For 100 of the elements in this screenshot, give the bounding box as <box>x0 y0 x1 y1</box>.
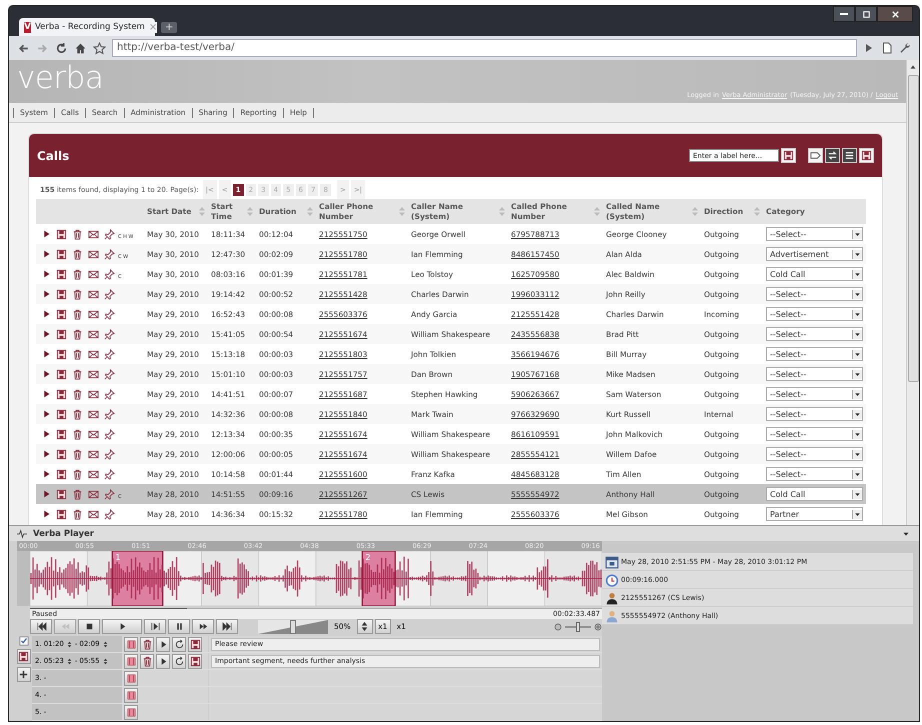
trash-icon[interactable] <box>72 488 83 500</box>
trash-icon[interactable] <box>72 408 83 420</box>
trash-icon[interactable] <box>72 308 83 320</box>
pin-icon[interactable] <box>104 248 115 260</box>
save-icon[interactable] <box>56 308 67 320</box>
save-icon[interactable] <box>56 268 67 280</box>
export-button[interactable] <box>859 148 874 163</box>
spinner-icon[interactable] <box>102 640 109 648</box>
trash-icon[interactable] <box>72 348 83 360</box>
save-icon[interactable] <box>56 508 67 520</box>
highlight-button[interactable] <box>124 654 138 668</box>
scrollbar[interactable] <box>906 60 919 525</box>
save-icon[interactable] <box>56 428 67 440</box>
repeat-button[interactable] <box>172 636 186 652</box>
spinner-icon[interactable] <box>66 656 73 666</box>
trash-icon[interactable] <box>72 508 83 520</box>
delete-segment-button[interactable] <box>140 654 154 668</box>
pause-button[interactable] <box>168 619 190 634</box>
highlight-button[interactable] <box>124 670 138 686</box>
browser-tab[interactable]: V Verba - Recording System × <box>19 18 155 36</box>
wrench-icon[interactable] <box>899 42 911 54</box>
play-button[interactable] <box>102 619 142 634</box>
play-segment-button[interactable] <box>156 654 170 668</box>
refresh-button[interactable] <box>825 148 840 163</box>
pin-icon[interactable] <box>104 228 115 240</box>
maximize-button[interactable] <box>855 6 877 22</box>
skip-end-button[interactable] <box>216 619 238 634</box>
category-dropdown[interactable]: --Select-- <box>766 287 863 301</box>
mail-icon[interactable] <box>88 428 99 440</box>
pin-icon[interactable] <box>104 408 115 420</box>
trash-icon[interactable] <box>72 448 83 460</box>
skip-start-button[interactable] <box>30 619 52 634</box>
category-dropdown[interactable]: --Select-- <box>766 367 863 381</box>
category-dropdown[interactable]: --Select-- <box>766 407 863 421</box>
category-dropdown[interactable]: Partner <box>766 507 863 521</box>
pin-icon[interactable] <box>104 428 115 440</box>
minimize-button[interactable] <box>833 6 855 22</box>
trash-icon[interactable] <box>72 328 83 340</box>
trash-icon[interactable] <box>72 368 83 380</box>
stop-button[interactable] <box>78 619 100 634</box>
pin-icon[interactable] <box>104 308 115 320</box>
step-button[interactable] <box>144 619 166 634</box>
save-icon[interactable] <box>56 228 67 240</box>
mail-icon[interactable] <box>88 468 99 480</box>
trash-icon[interactable] <box>72 428 83 440</box>
fast-forward-button[interactable] <box>192 619 214 634</box>
zoom-in-icon[interactable] <box>594 622 602 630</box>
trash-icon[interactable] <box>72 228 83 240</box>
category-dropdown[interactable]: --Select-- <box>766 447 863 461</box>
highlight-button[interactable] <box>124 636 138 652</box>
play-segment-button[interactable] <box>156 636 170 652</box>
trash-icon[interactable] <box>72 468 83 480</box>
mail-icon[interactable] <box>88 448 99 460</box>
mail-icon[interactable] <box>88 488 99 500</box>
save-segment-button[interactable] <box>188 654 202 668</box>
highlight-button[interactable] <box>124 688 138 702</box>
save-icon[interactable] <box>56 388 67 400</box>
pin-icon[interactable] <box>104 348 115 360</box>
close-button[interactable] <box>877 6 913 22</box>
save-icon[interactable] <box>56 448 67 460</box>
save-segment-button[interactable] <box>188 636 202 652</box>
save-icon[interactable] <box>56 328 67 340</box>
pin-icon[interactable] <box>104 268 115 280</box>
category-dropdown[interactable]: Cold Call <box>766 267 863 281</box>
zoom-out-icon[interactable] <box>554 622 562 630</box>
save-icon[interactable] <box>56 488 67 500</box>
save-icon[interactable] <box>56 348 67 360</box>
save-icon[interactable] <box>56 248 67 260</box>
mail-icon[interactable] <box>88 328 99 340</box>
pin-icon[interactable] <box>104 288 115 300</box>
mail-icon[interactable] <box>88 308 99 320</box>
columns-button[interactable] <box>842 148 857 163</box>
page-icon[interactable] <box>881 42 893 54</box>
spinner-icon[interactable] <box>102 656 109 666</box>
repeat-button[interactable] <box>172 654 186 668</box>
delete-segment-button[interactable] <box>140 636 154 652</box>
pin-icon[interactable] <box>104 328 115 340</box>
trash-icon[interactable] <box>72 268 83 280</box>
trash-icon[interactable] <box>72 288 83 300</box>
mail-icon[interactable] <box>88 268 99 280</box>
category-dropdown[interactable]: --Select-- <box>766 347 863 361</box>
category-dropdown[interactable]: --Select-- <box>766 427 863 441</box>
save-segments-button[interactable] <box>16 649 30 664</box>
mail-icon[interactable] <box>88 348 99 360</box>
add-segment-button[interactable] <box>16 667 30 682</box>
pin-icon[interactable] <box>104 468 115 480</box>
checkbox[interactable] <box>18 636 28 646</box>
speed-spinner[interactable] <box>356 619 373 634</box>
highlight-button[interactable] <box>124 704 138 720</box>
mail-icon[interactable] <box>88 408 99 420</box>
save-icon[interactable] <box>56 368 67 380</box>
mail-icon[interactable] <box>88 388 99 400</box>
pin-icon[interactable] <box>104 368 115 380</box>
label-button[interactable] <box>808 148 823 163</box>
trash-icon[interactable] <box>72 388 83 400</box>
spinner-icon[interactable] <box>66 640 73 648</box>
save-icon[interactable] <box>56 288 67 300</box>
save-label-button[interactable] <box>781 148 796 163</box>
mail-icon[interactable] <box>88 288 99 300</box>
home-icon[interactable] <box>74 42 87 54</box>
